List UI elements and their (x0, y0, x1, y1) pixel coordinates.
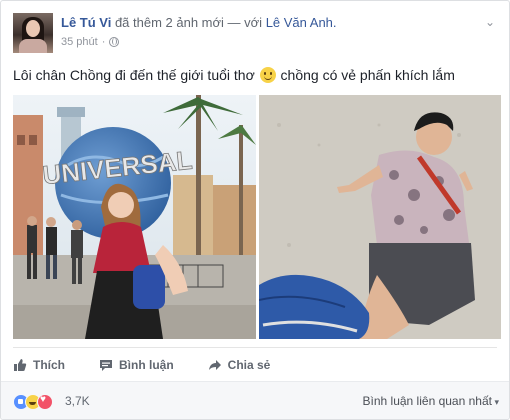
author-name-link[interactable]: Lê Tú Vi (61, 15, 111, 30)
reaction-count[interactable]: 3,7K (65, 394, 90, 408)
comment-label: Bình luận (119, 358, 174, 372)
comment-sort-dropdown[interactable]: Bình luận liên quan nhất (363, 394, 499, 408)
reaction-icons[interactable] (13, 394, 53, 410)
actions-divider (13, 347, 497, 348)
husband-sitting-photo[interactable] (259, 95, 501, 339)
love-icon (37, 394, 53, 410)
author-avatar[interactable] (13, 13, 53, 53)
post-title-line: Lê Tú Vi đã thêm 2 ảnh mới — với Lê Văn … (61, 15, 337, 30)
like-label: Thích (33, 358, 65, 372)
public-globe-icon[interactable] (109, 37, 120, 47)
post-header: Lê Tú Vi đã thêm 2 ảnh mới — với Lê Văn … (13, 13, 497, 55)
meta-separator: · (101, 36, 106, 48)
post-meta: 35 phút · (61, 36, 120, 48)
tagged-friend-link[interactable]: Lê Văn Anh. (266, 15, 337, 30)
post-action-text: đã thêm 2 ảnh mới — với (114, 15, 263, 30)
universal-studios-photo[interactable]: UNIVERSAL (13, 95, 256, 339)
thumbs-up-icon (14, 359, 27, 371)
like-button[interactable]: Thích (13, 358, 65, 372)
post-options-chevron-icon[interactable]: ⌄ (483, 15, 497, 29)
post-message: Lôi chân Chồng đi đến thế giới tuổi thơ … (13, 67, 455, 83)
share-label: Chia sẻ (227, 358, 271, 372)
reactions-bar: 3,7K Bình luận liên quan nhất (1, 381, 509, 419)
comment-button[interactable]: Bình luận (99, 358, 174, 372)
comment-bubble-icon (100, 360, 112, 371)
post-timestamp[interactable]: 35 phút (61, 36, 98, 48)
message-text-end: chồng có vẻ phấn khích lắm (280, 67, 455, 83)
message-text-start: Lôi chân Chồng đi đến thế giới tuổi thơ (13, 67, 255, 83)
smile-emoji-icon (259, 67, 276, 83)
post-card: Lê Tú Vi đã thêm 2 ảnh mới — với Lê Văn … (0, 0, 510, 420)
universal-studios-photo-art: UNIVERSAL (13, 95, 256, 339)
husband-sitting-photo-art (259, 95, 501, 339)
share-arrow-icon (208, 360, 221, 370)
post-actions: Thích Bình luận Chia sẻ (13, 351, 497, 379)
share-button[interactable]: Chia sẻ (208, 358, 271, 372)
